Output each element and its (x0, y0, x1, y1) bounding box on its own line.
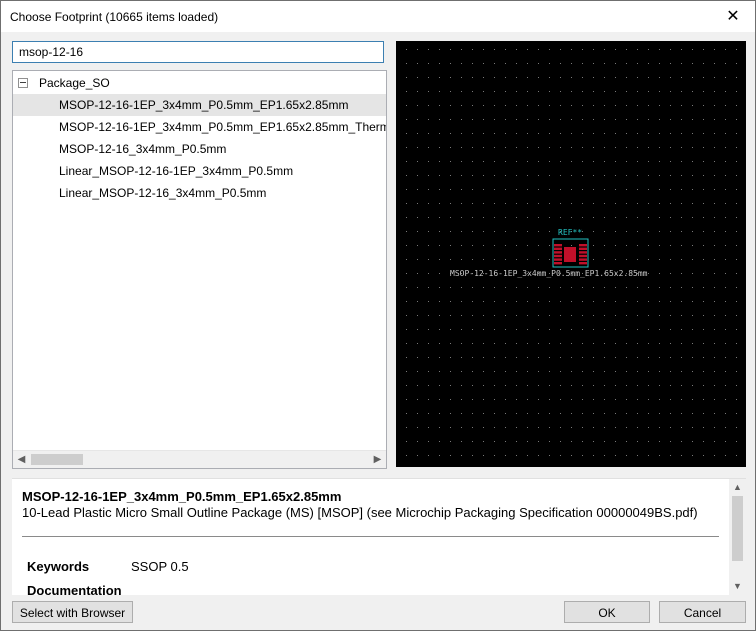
title-bar: Choose Footprint (10665 items loaded) ✕ (1, 1, 755, 32)
footprint-graphic: REF** MSOP-12-16-1EP_3x4mm_P0.5mm_EP1.65… (450, 228, 648, 278)
choose-footprint-dialog: Choose Footprint (10665 items loaded) ✕ … (0, 0, 756, 631)
scrollbar-thumb[interactable] (31, 454, 83, 465)
footprint-description: 10-Lead Plastic Micro Small Outline Pack… (22, 505, 698, 520)
tree-item[interactable]: MSOP-12-16-1EP_3x4mm_P0.5mm_EP1.65x2.85m… (13, 116, 386, 138)
scroll-left-icon[interactable]: ◀ (13, 451, 30, 468)
footprint-tree[interactable]: Package_SO MSOP-12-16-1EP_3x4mm_P0.5mm_E… (12, 70, 387, 469)
scrollbar-thumb[interactable] (732, 496, 743, 561)
collapse-icon[interactable] (18, 78, 28, 88)
pad (554, 251, 562, 254)
keywords-value: SSOP 0.5 (131, 559, 189, 574)
pad (579, 258, 587, 261)
close-icon[interactable]: ✕ (711, 1, 755, 32)
window-title: Choose Footprint (10665 items loaded) (10, 10, 219, 24)
tree-item[interactable]: Linear_MSOP-12-16-1EP_3x4mm_P0.5mm (13, 160, 386, 182)
vertical-scrollbar[interactable]: ▲ ▼ (729, 479, 746, 595)
pad (579, 254, 587, 258)
select-with-browser-button[interactable]: Select with Browser (12, 601, 133, 623)
cancel-button[interactable]: Cancel (659, 601, 746, 623)
scroll-right-icon[interactable]: ▶ (369, 451, 386, 468)
tree-group-label: Package_SO (39, 76, 110, 90)
tree-item-label: Linear_MSOP-12-16_3x4mm_P0.5mm (59, 186, 267, 200)
pad (579, 251, 587, 254)
pad (579, 244, 587, 247)
keywords-label: Keywords (27, 559, 90, 574)
tree-item-label: MSOP-12-16_3x4mm_P0.5mm (59, 142, 227, 156)
tree-item[interactable]: MSOP-12-16_3x4mm_P0.5mm (13, 138, 386, 160)
tree-item-label: Linear_MSOP-12-16-1EP_3x4mm_P0.5mm (59, 164, 294, 178)
tree-item[interactable]: MSOP-12-16-1EP_3x4mm_P0.5mm_EP1.65x2.85m… (13, 94, 386, 116)
tree-item[interactable]: Linear_MSOP-12-16_3x4mm_P0.5mm (13, 182, 386, 204)
search-input[interactable] (12, 41, 384, 63)
scroll-up-icon[interactable]: ▲ (729, 479, 746, 496)
footprint-name: MSOP-12-16-1EP_3x4mm_P0.5mm_EP1.65x2.85m… (22, 489, 342, 504)
horizontal-scrollbar[interactable]: ◀ ▶ (13, 450, 386, 468)
footprint-preview[interactable]: REF** MSOP-12-16-1EP_3x4mm_P0.5mm_EP1.65… (396, 41, 746, 467)
value-label: MSOP-12-16-1EP_3x4mm_P0.5mm_EP1.65x2.85m… (450, 269, 648, 278)
preview-canvas: REF** MSOP-12-16-1EP_3x4mm_P0.5mm_EP1.65… (406, 49, 737, 456)
scroll-down-icon[interactable]: ▼ (729, 578, 746, 595)
documentation-label: Documentation (27, 583, 122, 595)
pad (554, 244, 562, 247)
tree-item-label: MSOP-12-16-1EP_3x4mm_P0.5mm_EP1.65x2.85m… (59, 120, 386, 134)
ref-label: REF** (558, 228, 582, 237)
details-panel: MSOP-12-16-1EP_3x4mm_P0.5mm_EP1.65x2.85m… (12, 478, 746, 595)
pad (554, 247, 562, 250)
divider (22, 536, 719, 537)
pad (554, 262, 562, 265)
pad (579, 247, 587, 250)
pad (554, 258, 562, 261)
pad (579, 262, 587, 265)
pad (554, 254, 562, 258)
tree-item-label: MSOP-12-16-1EP_3x4mm_P0.5mm_EP1.65x2.85m… (59, 98, 349, 112)
ok-button[interactable]: OK (564, 601, 650, 623)
exposed-pad (564, 247, 576, 262)
tree-group-row[interactable]: Package_SO (13, 72, 386, 94)
